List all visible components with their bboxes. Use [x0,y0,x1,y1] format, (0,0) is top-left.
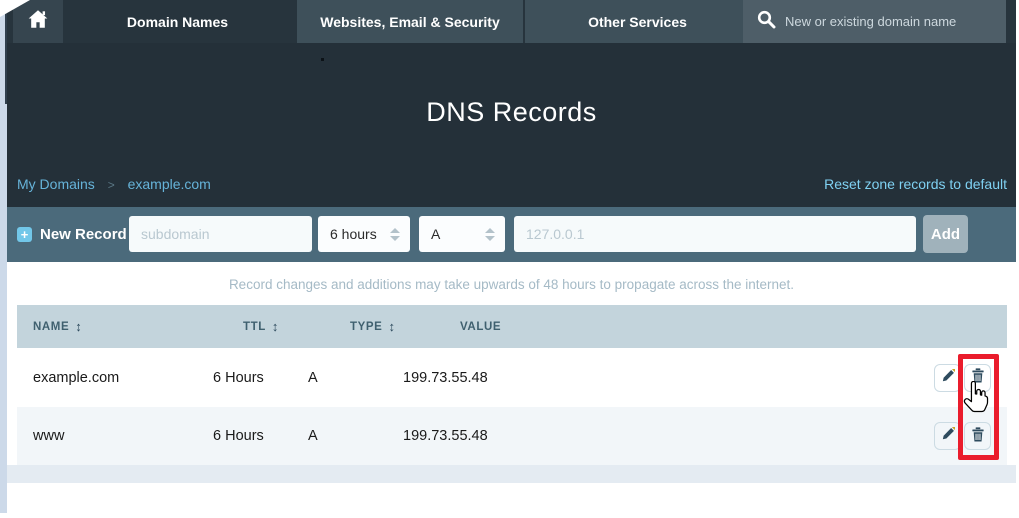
table-row: example.com 6 Hours A 199.73.55.48 [17,348,1007,407]
edit-record-button[interactable] [934,364,961,392]
breadcrumb-separator: > [108,178,115,192]
home-icon [27,9,49,34]
breadcrumb-row: My Domains > example.com Reset zone reco… [17,174,1007,194]
column-label: VALUE [460,321,501,333]
ttl-select-value: 6 hours [330,226,377,242]
column-label: TTL [243,321,266,333]
reset-zone-records-link[interactable]: Reset zone records to default [824,176,1007,192]
domain-search [743,0,1006,43]
cell-type: A [292,428,387,444]
cell-name: www [17,428,197,444]
screen-artifact-dot [321,58,324,61]
table-header: NAME ↕ TTL ↕ TYPE ↕ VALUE [17,305,1007,348]
edit-record-button[interactable] [934,422,961,450]
cell-name: example.com [17,370,197,386]
domain-search-input[interactable] [785,14,995,29]
cell-ttl: 6 Hours [197,428,292,444]
top-navbar: Domain Names Websites, Email & Security … [7,0,1016,43]
column-header-value: VALUE [387,321,911,333]
sort-icon[interactable]: ↕ [75,319,82,334]
hero-section: DNS Records My Domains > example.com Res… [7,43,1016,207]
breadcrumb: My Domains > example.com [17,176,211,192]
delete-record-button[interactable] [964,364,991,392]
new-record-bar: + New Record 6 hours A Add [7,207,1016,262]
propagation-notice: Record changes and additions may take up… [7,277,1016,292]
pencil-icon [941,369,955,387]
trash-icon [971,368,985,387]
breadcrumb-current-domain[interactable]: example.com [128,176,211,192]
delete-record-button[interactable] [964,422,991,450]
record-type-select-value: A [431,226,440,242]
tab-other-services[interactable]: Other Services [525,0,750,43]
screenshot-page: Domain Names Websites, Email & Security … [0,0,1019,518]
tab-domain-names[interactable]: Domain Names [65,0,290,43]
dns-records-table: NAME ↕ TTL ↕ TYPE ↕ VALUE example.com [17,305,1007,465]
row-actions [911,422,1007,450]
footer-band [7,465,1016,483]
cell-value: 199.73.55.48 [387,428,911,444]
sort-icon[interactable]: ↕ [272,319,279,334]
column-label: NAME [33,321,69,333]
trash-icon [971,427,985,446]
subdomain-input[interactable] [129,216,312,252]
column-header-ttl: TTL ↕ [197,319,292,334]
row-actions [911,364,1007,392]
new-record-toggle[interactable]: + New Record [17,207,127,262]
cell-type: A [292,370,387,386]
spinner-arrows-icon[interactable] [390,228,400,241]
new-record-label: New Record [40,226,127,243]
cell-value: 199.73.55.48 [387,370,911,386]
search-icon [757,10,776,34]
plus-icon: + [17,227,32,242]
ttl-select[interactable]: 6 hours [318,216,410,252]
record-value-input[interactable] [514,216,916,252]
page-title: DNS Records [7,97,1016,128]
add-record-button[interactable]: Add [923,215,968,253]
cell-ttl: 6 Hours [197,370,292,386]
app-window: Domain Names Websites, Email & Security … [7,0,1016,513]
pencil-icon [941,427,955,445]
column-header-type: TYPE ↕ [292,319,387,334]
tab-websites-email-security[interactable]: Websites, Email & Security [297,0,523,43]
column-label: TYPE [350,321,382,333]
table-row: www 6 Hours A 199.73.55.48 [17,407,1007,465]
record-type-select[interactable]: A [419,216,505,252]
breadcrumb-my-domains[interactable]: My Domains [17,176,95,192]
column-header-name: NAME ↕ [17,319,197,334]
spinner-arrows-icon[interactable] [485,228,495,241]
home-button[interactable] [13,0,63,43]
